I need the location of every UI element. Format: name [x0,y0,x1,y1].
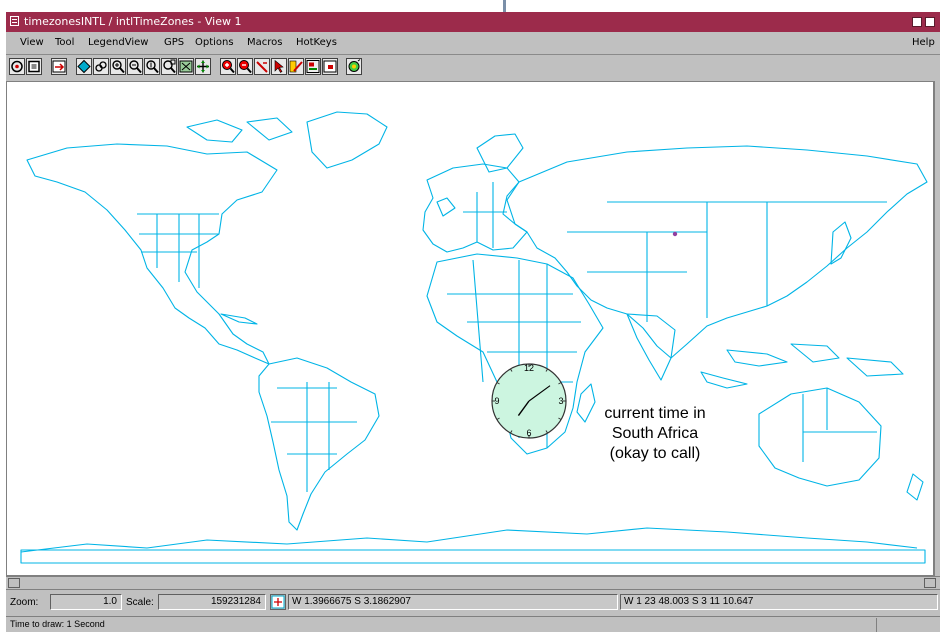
coastlines [20,111,928,564]
annotation-line-3: (okay to call) [609,445,701,462]
window-title: timezonesINTL / intlTimeZones - View 1 [24,15,242,28]
view-box-icon[interactable] [26,58,42,75]
pan-icon[interactable] [93,58,109,75]
maximize-button[interactable] [925,17,935,27]
title-bar[interactable]: timezonesINTL / intlTimeZones - View 1 [6,12,940,32]
full-view-icon[interactable] [9,58,25,75]
toolbar [6,55,940,81]
coordinate-dms-field: W 1 23 48.003 S 3 11 10.647 [620,594,938,610]
zoom-box-icon[interactable] [161,58,177,75]
zoom-red-in-icon[interactable] [220,58,236,75]
desktop-background [0,0,940,12]
grid-icon[interactable] [195,58,211,75]
pointer-icon[interactable] [271,58,287,75]
zoom-out-icon[interactable] [127,58,143,75]
message-bar-extra [876,618,940,632]
zoom-field[interactable]: 1.0 [50,594,122,610]
zoom-layer-icon[interactable] [178,58,194,75]
zoom-in-icon[interactable] [110,58,126,75]
menu-gps[interactable]: GPS [164,37,184,48]
menu-bar: View Tool LegendView GPS Options Macros … [6,32,940,55]
status-bar: Zoom: 1.0 Scale: 159231284 W 1.3966675 S… [6,590,940,616]
clock-number-6: 6 [526,428,531,438]
coordinate-decimal-field: W 1.3966675 S 3.1862907 [288,594,618,610]
window-menu-icon[interactable] [10,16,19,26]
scale-label: Scale: [126,597,154,608]
menu-hotkeys[interactable]: HotKeys [296,37,337,48]
menu-options[interactable]: Options [195,37,234,48]
view-window: timezonesINTL / intlTimeZones - View 1 V… [6,12,940,632]
draw-time-text: Time to draw: 1 Second [10,619,105,629]
legend-icon[interactable] [288,58,304,75]
menu-tool[interactable]: Tool [55,37,74,48]
crosshair-icon [271,595,285,609]
redraw-icon[interactable] [51,58,67,75]
scale-field[interactable]: 159231284 [158,594,266,610]
message-bar: Time to draw: 1 Second [6,616,940,632]
desktop-decoration [503,0,506,12]
annotation-line-1: current time in [604,405,706,422]
menu-help[interactable]: Help [912,37,935,48]
coordinate-mode-button[interactable] [270,594,286,610]
minimize-button[interactable] [912,17,922,27]
layout-icon[interactable] [305,58,321,75]
zoom-red-out-icon[interactable] [237,58,253,75]
menu-macros[interactable]: Macros [247,37,282,48]
clock: 12 3 6 9 [491,363,567,439]
scroll-right-button[interactable] [924,578,936,588]
sketch-icon[interactable] [254,58,270,75]
horizontal-scrollbar[interactable] [6,576,940,590]
scroll-left-button[interactable] [8,578,20,588]
clock-number-9: 9 [494,396,499,406]
clock-number-3: 3 [558,396,563,406]
zoom-one-icon[interactable] [144,58,160,75]
clock-number-12: 12 [524,363,534,373]
map-annotation: current time in South Africa (okay to ca… [567,404,743,464]
select-icon[interactable] [76,58,92,75]
zoom-label: Zoom: [10,597,39,608]
menu-legendview[interactable]: LegendView [88,37,148,48]
annotation-line-2: South Africa [611,425,699,442]
world-map: 12 3 6 9 [20,111,928,564]
gps-icon[interactable] [346,58,362,75]
menu-view[interactable]: View [20,37,44,48]
vertical-scrollbar[interactable] [934,81,940,576]
map-canvas[interactable]: 12 3 6 9 current time in South Africa (o… [6,81,934,576]
frame-icon[interactable] [322,58,338,75]
location-marker [672,231,678,237]
